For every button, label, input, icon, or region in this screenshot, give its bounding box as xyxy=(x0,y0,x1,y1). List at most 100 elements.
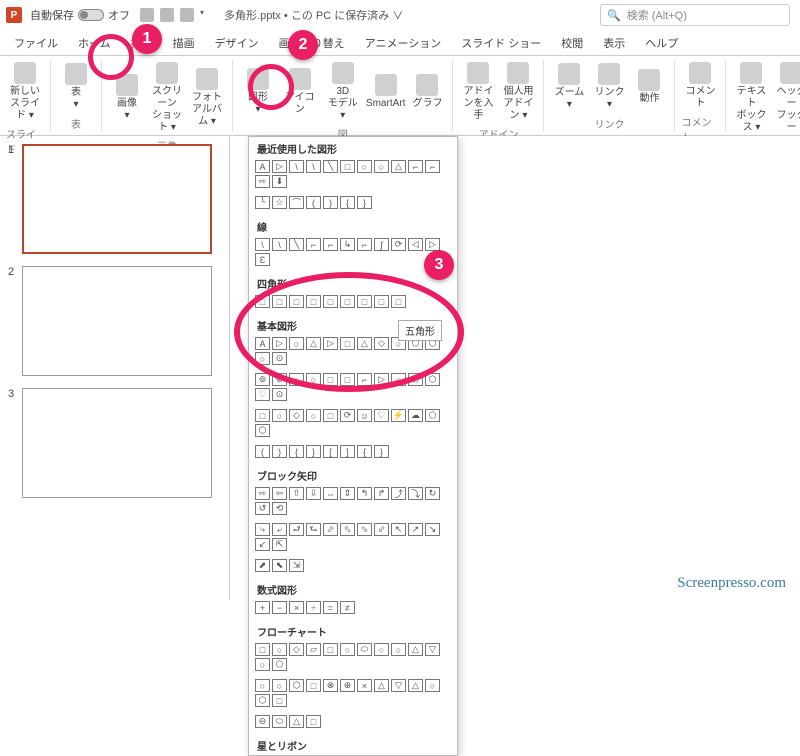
shape-option[interactable]: ▽ xyxy=(425,643,440,656)
shape-option[interactable]: □ xyxy=(255,643,270,656)
ribbon-button[interactable]: テキストボックス ▾ xyxy=(732,60,770,136)
slide-thumbnail[interactable]: 2 xyxy=(8,266,221,376)
shape-option[interactable]: ⬭ xyxy=(272,715,287,728)
shape-option[interactable]: ⊖ xyxy=(255,715,270,728)
shape-option[interactable]: ○ xyxy=(391,643,406,656)
shape-option[interactable]: ⬃ xyxy=(374,523,389,536)
shape-option[interactable]: ≠ xyxy=(340,601,355,614)
slide-panel[interactable]: 123 xyxy=(0,136,230,600)
shape-option[interactable]: ⇱ xyxy=(272,538,287,551)
shape-option[interactable]: △ xyxy=(391,160,406,173)
shape-option[interactable]: ↺ xyxy=(255,502,270,515)
shape-option[interactable]: \ xyxy=(289,160,304,173)
shape-option[interactable]: { xyxy=(340,196,355,209)
shape-option[interactable]: ⬡ xyxy=(255,694,270,707)
shape-option[interactable]: ( xyxy=(255,445,270,458)
shape-option[interactable]: ⬠ xyxy=(408,373,423,386)
slide-thumbnail[interactable]: 1 xyxy=(8,144,221,254)
shape-option[interactable]: ○ xyxy=(306,409,321,422)
shape-option[interactable]: ⤴ xyxy=(391,487,406,500)
ribbon-button[interactable]: 画像▾ xyxy=(108,60,146,136)
shape-option[interactable]: ○ xyxy=(340,643,355,656)
shape-option[interactable]: △ xyxy=(374,679,389,692)
shape-option[interactable]: ▷ xyxy=(272,160,287,173)
shape-option[interactable]: ⬇ xyxy=(272,175,287,188)
shape-option[interactable]: } xyxy=(306,445,321,458)
shape-option[interactable]: ○ xyxy=(374,160,389,173)
shape-option[interactable]: □ xyxy=(323,409,338,422)
shape-option[interactable]: ⇧ xyxy=(289,487,304,500)
tab-アニメーション[interactable]: アニメーション xyxy=(357,31,450,55)
shape-option[interactable]: □ xyxy=(340,295,355,308)
shape-option[interactable]: \ xyxy=(272,238,287,251)
shape-option[interactable]: ☺ xyxy=(357,409,372,422)
shape-option[interactable]: ↘ xyxy=(425,523,440,536)
shape-option[interactable]: □ xyxy=(391,295,406,308)
shape-option[interactable]: ↱ xyxy=(374,487,389,500)
shape-option[interactable]: ʃ xyxy=(374,238,389,251)
shape-option[interactable]: □ xyxy=(272,295,287,308)
shape-option[interactable]: A xyxy=(255,160,270,173)
shape-option[interactable]: ○ xyxy=(272,643,287,656)
autosave-toggle[interactable]: 自動保存 オフ xyxy=(30,7,130,23)
shape-option[interactable]: ⊕ xyxy=(340,679,355,692)
shape-option[interactable]: \ xyxy=(255,238,270,251)
tab-ヘルプ[interactable]: ヘルプ xyxy=(637,31,686,55)
tab-デザイン[interactable]: デザイン xyxy=(207,31,267,55)
shape-option[interactable]: ○ xyxy=(425,679,440,692)
shape-option[interactable]: − xyxy=(272,601,287,614)
shape-option[interactable]: ⇩ xyxy=(306,487,321,500)
document-title[interactable]: 多角形.pptx • この PC に保存済み ∨ xyxy=(224,7,403,23)
shape-option[interactable]: ↗ xyxy=(408,523,423,536)
ribbon-button[interactable]: 図形▾ xyxy=(239,60,277,124)
redo-icon[interactable] xyxy=(180,8,194,22)
shape-option[interactable]: ○ xyxy=(255,679,270,692)
shape-option[interactable]: ⮑ xyxy=(306,523,321,536)
shape-option[interactable]: = xyxy=(323,601,338,614)
shape-option[interactable]: ⇨ xyxy=(255,175,270,188)
shape-option[interactable]: ↙ xyxy=(255,538,270,551)
shape-option[interactable]: ⬭ xyxy=(357,643,372,656)
shape-option[interactable]: ☁ xyxy=(408,409,423,422)
shape-option[interactable]: ⇲ xyxy=(289,559,304,572)
shape-option[interactable]: ) xyxy=(323,196,338,209)
ribbon-button[interactable]: コメント xyxy=(681,60,719,112)
shape-option[interactable]: ○ xyxy=(272,679,287,692)
ribbon-button[interactable]: SmartArt xyxy=(365,60,407,124)
shape-option[interactable]: Ɛ xyxy=(255,253,270,266)
shape-option[interactable]: □ xyxy=(289,295,304,308)
shape-option[interactable]: ( xyxy=(306,196,321,209)
shape-option[interactable]: \ xyxy=(306,160,321,173)
shape-option[interactable]: ╲ xyxy=(289,238,304,251)
shape-option[interactable]: ○ xyxy=(306,373,321,386)
shape-option[interactable]: ╲ xyxy=(323,160,338,173)
shape-option[interactable]: ○ xyxy=(255,352,270,365)
shape-option[interactable]: ○ xyxy=(289,337,304,350)
shape-option[interactable]: △ xyxy=(306,337,321,350)
shape-option[interactable]: ⟲ xyxy=(272,502,287,515)
shape-option[interactable]: ⬂ xyxy=(357,523,372,536)
shape-option[interactable]: ⌐ xyxy=(323,238,338,251)
shape-option[interactable]: ○ xyxy=(272,409,287,422)
shape-option[interactable]: ⤶ xyxy=(272,523,287,536)
shape-option[interactable]: ⬠ xyxy=(425,409,440,422)
shape-option[interactable]: + xyxy=(255,601,270,614)
shape-option[interactable]: ▷ xyxy=(272,337,287,350)
shape-option[interactable]: ○ xyxy=(374,643,389,656)
shape-option[interactable]: ⌒ xyxy=(289,196,304,209)
ribbon-button[interactable]: グラフ xyxy=(408,60,446,124)
shape-option[interactable]: ⊗ xyxy=(323,679,338,692)
ribbon-button[interactable]: フォトアルバム ▾ xyxy=(188,60,226,136)
shape-option[interactable]: ⟳ xyxy=(391,238,406,251)
shape-option[interactable]: ○ xyxy=(357,160,372,173)
shape-option[interactable]: ○ xyxy=(391,373,406,386)
shape-option[interactable]: ○ xyxy=(255,658,270,671)
ribbon-button[interactable]: リンク▾ xyxy=(590,60,628,114)
shape-option[interactable]: □ xyxy=(340,160,355,173)
shape-option[interactable]: ⇦ xyxy=(272,487,287,500)
shape-option[interactable]: ⌐ xyxy=(306,238,321,251)
shape-option[interactable]: ⬡ xyxy=(289,679,304,692)
tab-描画[interactable]: 描画 xyxy=(165,31,203,55)
search-input[interactable]: 🔍 検索 (Alt+Q) xyxy=(600,4,790,26)
tab-ファイル[interactable]: ファイル xyxy=(6,31,66,55)
